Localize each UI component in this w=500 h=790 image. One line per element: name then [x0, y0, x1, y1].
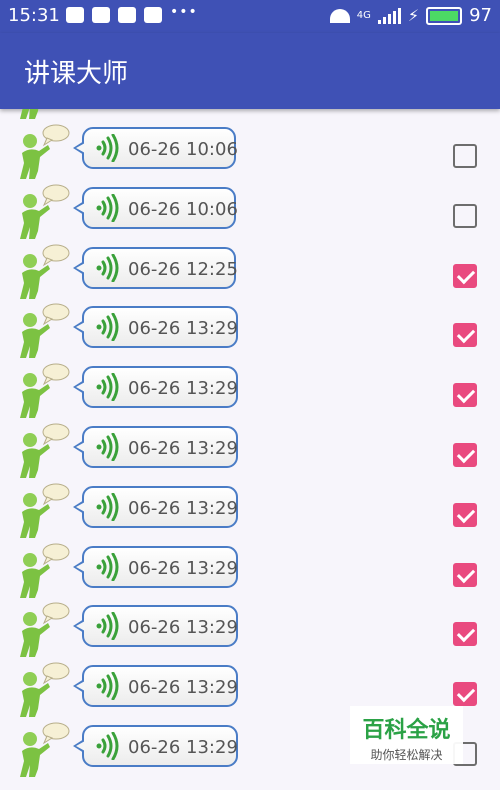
voice-icon	[94, 133, 120, 163]
list-item[interactable]: 06-26 12:25	[0, 239, 500, 299]
voice-icon	[94, 253, 120, 283]
teacher-avatar-icon	[14, 183, 70, 239]
select-checkbox[interactable]	[453, 502, 477, 527]
voice-bubble[interactable]: 06-26 13:29	[73, 366, 238, 409]
battery-icon	[426, 6, 463, 25]
teacher-avatar-icon	[14, 601, 70, 658]
select-checkbox[interactable]	[453, 323, 477, 348]
select-checkbox[interactable]	[453, 383, 477, 408]
list-item[interactable]: 06-26 13:29	[0, 358, 500, 419]
teacher-avatar-icon	[14, 243, 70, 299]
watermark-sub: 助你轻松解决	[370, 748, 443, 762]
message-time: 06-26 13:29	[128, 438, 238, 459]
message-time: 06-26 13:29	[128, 318, 238, 340]
chat-notification-icon	[66, 7, 84, 23]
list-item[interactable]: 06-26 13:29	[0, 478, 500, 538]
voice-icon	[94, 611, 120, 641]
watermark-main: 百科全说	[362, 718, 451, 743]
list-item[interactable]: 06-26 13:29	[0, 597, 500, 658]
list-item[interactable]	[0, 109, 500, 119]
notification-icons: •••	[66, 4, 198, 23]
message-time: 06-26 12:25	[128, 258, 238, 280]
voice-icon	[94, 492, 120, 522]
image-notification-icon	[144, 7, 162, 23]
message-time: 06-26 13:29	[128, 677, 238, 699]
more-notifications-icon: •••	[170, 4, 198, 20]
voice-icon	[94, 432, 120, 462]
voice-icon	[94, 552, 120, 582]
message-time: 06-26 10:06	[128, 139, 238, 160]
voice-bubble[interactable]: 06-26 10:06	[73, 186, 238, 229]
signal-icon	[377, 7, 401, 24]
select-checkbox[interactable]	[453, 443, 477, 467]
video-notification-icon	[118, 7, 136, 23]
message-time: 06-26 10:06	[128, 198, 238, 220]
voice-bubble[interactable]: 06-26 13:29	[73, 545, 238, 588]
teacher-avatar-icon	[14, 302, 70, 359]
select-checkbox[interactable]	[453, 622, 477, 647]
status-right: 4G ⚡ 97	[329, 5, 492, 26]
teacher-avatar-icon	[14, 422, 70, 478]
message-time: 06-26 13:29	[128, 617, 238, 639]
select-checkbox[interactable]	[453, 682, 477, 707]
message-time: 06-26 13:29	[128, 737, 238, 758]
watermark-logo: 百科全说 助你轻松解决	[350, 706, 463, 764]
select-checkbox[interactable]	[453, 562, 477, 587]
voice-bubble[interactable]: 06-26 13:29	[73, 485, 238, 528]
list-item[interactable]: 06-26 10:06	[0, 119, 500, 179]
teacher-avatar-icon	[14, 123, 70, 179]
status-bar: 15:31 ••• 4G ⚡ 97	[0, 0, 500, 33]
app-title: 讲课大师	[24, 59, 129, 89]
voice-icon	[94, 731, 120, 761]
teacher-avatar-icon	[14, 661, 70, 718]
list-item[interactable]: 06-26 10:06	[0, 179, 500, 239]
voice-bubble[interactable]: 06-26 13:29	[73, 725, 238, 767]
mail-notification-icon	[92, 7, 110, 23]
voice-bubble[interactable]: 06-26 12:25	[73, 246, 238, 289]
network-type: 4G	[356, 9, 371, 21]
teacher-avatar-icon	[14, 362, 70, 419]
voice-icon	[94, 372, 120, 402]
message-time: 06-26 13:29	[128, 557, 238, 579]
voice-icon	[94, 671, 120, 701]
voice-bubble[interactable]: 06-26 13:29	[73, 306, 238, 349]
voice-icon	[94, 193, 120, 223]
list-item[interactable]: 06-26 13:29	[0, 418, 500, 478]
voice-icon	[94, 312, 120, 342]
teacher-avatar-icon	[14, 109, 70, 119]
battery-level: 97	[469, 5, 492, 26]
select-checkbox[interactable]	[453, 203, 477, 228]
message-time: 06-26 13:29	[128, 497, 238, 519]
voice-bubble[interactable]: 06-26 10:06	[73, 127, 238, 169]
wifi-icon	[329, 8, 350, 23]
message-time: 06-26 13:29	[128, 378, 238, 400]
charging-icon: ⚡	[407, 6, 420, 25]
select-checkbox[interactable]	[453, 144, 477, 168]
list-item[interactable]: 06-26 13:29	[0, 538, 500, 598]
voice-bubble[interactable]: 06-26 13:29	[73, 605, 238, 648]
select-checkbox[interactable]	[453, 263, 477, 288]
list-item[interactable]: 06-26 13:29	[0, 298, 500, 359]
message-list: 06-26 10:06 06-26 10:06 06-26 12:25 06-2…	[0, 109, 500, 790]
status-time: 15:31	[8, 5, 60, 26]
teacher-avatar-icon	[14, 721, 70, 777]
voice-bubble[interactable]: 06-26 13:29	[73, 426, 238, 468]
teacher-avatar-icon	[14, 542, 70, 598]
app-bar: 讲课大师	[0, 33, 500, 109]
voice-bubble[interactable]: 06-26 13:29	[73, 665, 238, 708]
teacher-avatar-icon	[14, 482, 70, 538]
